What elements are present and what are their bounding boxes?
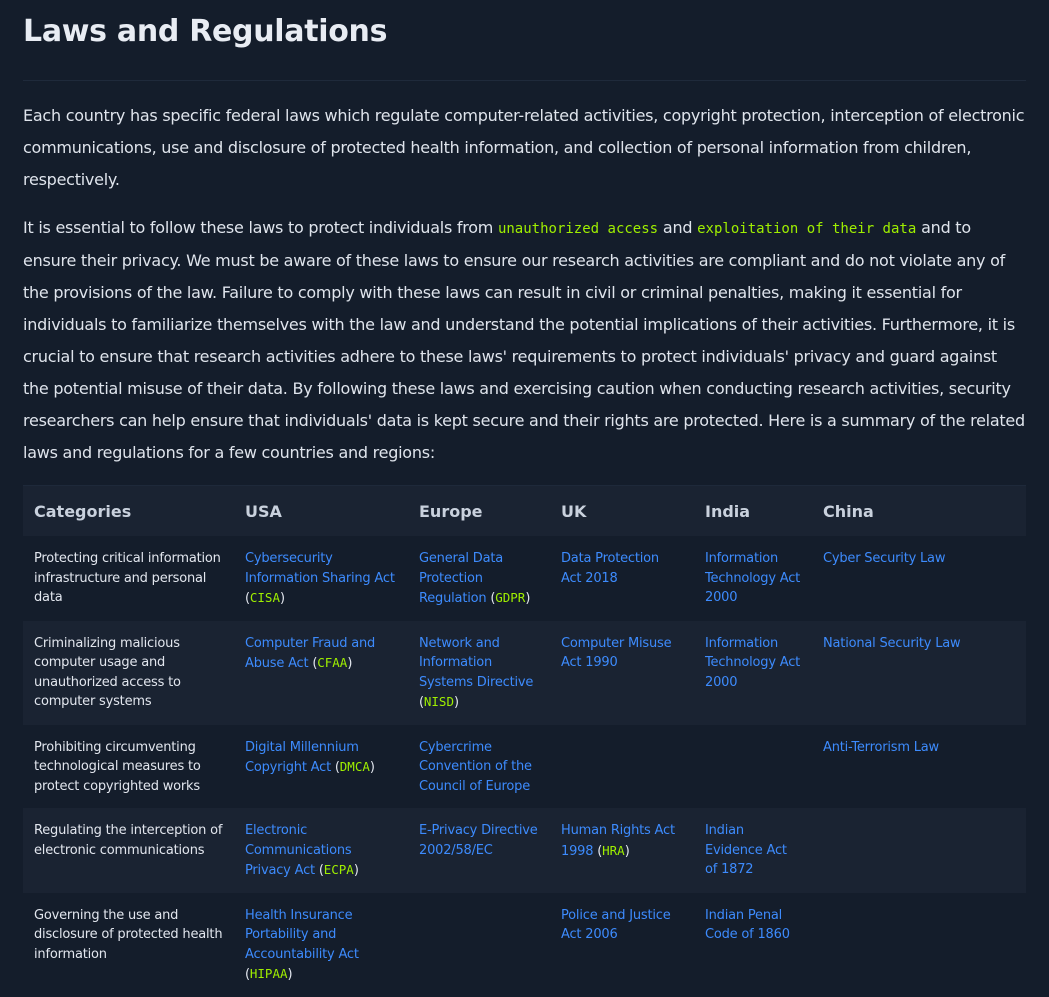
uk-cell: Data Protection Act 2018	[550, 536, 694, 621]
uk-cell: Computer Misuse Act 1990	[550, 620, 694, 725]
paren-open: (	[593, 843, 603, 859]
china-law-link[interactable]: National Security Law	[823, 636, 961, 651]
uk-cell: Police and Justice Act 2006	[550, 893, 694, 997]
law-abbreviation: DMCA	[339, 759, 370, 774]
summary-text-end: and to ensure their privacy. We must be …	[23, 218, 1025, 462]
law-abbreviation: CISA	[249, 590, 280, 605]
usa-law-link[interactable]: Health Insurance Portability and Account…	[245, 908, 359, 962]
usa-cell: Computer Fraud and Abuse Act (CFAA)	[234, 620, 408, 725]
uk-law-link[interactable]: Police and Justice Act 2006	[561, 908, 671, 943]
paren-close: )	[347, 656, 353, 671]
india-law-link[interactable]: Information Technology Act 2000	[705, 551, 800, 605]
india-law-link[interactable]: Indian Evidence Act of 1872	[705, 823, 787, 877]
europe-law-link[interactable]: Network and Information Systems Directiv…	[419, 636, 533, 690]
laws-table: Categories USA Europe UK India China Pro…	[23, 485, 1026, 997]
europe-cell: Network and Information Systems Directiv…	[408, 620, 550, 725]
category-cell: Protecting critical information infrastr…	[34, 551, 221, 605]
uk-law-link[interactable]: Data Protection Act 2018	[561, 551, 659, 586]
summary-paragraph: It is essential to follow these laws to …	[23, 212, 1026, 469]
paren-close: )	[369, 760, 375, 775]
table-row: Prohibiting circumventing technological …	[23, 725, 1026, 809]
europe-law-link[interactable]: E-Privacy Directive 2002/58/EC	[419, 823, 538, 858]
paren-close: )	[287, 967, 293, 982]
paren-open: (	[330, 760, 340, 775]
table-row: Governing the use and disclosure of prot…	[23, 893, 1026, 997]
category-cell: Prohibiting circumventing technological …	[34, 739, 201, 794]
header-usa: USA	[245, 501, 282, 521]
law-abbreviation: HIPAA	[249, 966, 288, 981]
usa-cell: Cybersecurity Information Sharing Act (C…	[234, 536, 408, 621]
law-abbreviation: GDPR	[495, 590, 526, 605]
paren-close: )	[279, 591, 285, 606]
law-abbreviation: ECPA	[323, 862, 354, 877]
usa-cell: Electronic Communications Privacy Act (E…	[234, 808, 408, 893]
category-cell: Criminalizing malicious computer usage a…	[23, 620, 234, 725]
china-cell: Cyber Security Law	[812, 536, 1026, 621]
header-uk: UK	[561, 501, 587, 521]
header-europe: Europe	[419, 501, 483, 521]
header-categories: Categories	[34, 501, 132, 521]
paren-open: (	[314, 863, 324, 878]
law-abbreviation: HRA	[602, 842, 625, 858]
law-abbreviation: NISD	[423, 694, 454, 709]
inline-code-exploitation: exploitation of their data	[697, 221, 917, 237]
india-cell: Information Technology Act 2000	[694, 536, 812, 621]
header-china: China	[823, 501, 874, 521]
paren-open: (	[308, 656, 318, 671]
europe-law-link[interactable]: Cybercrime Convention of the Council of …	[419, 740, 532, 794]
table-row: Protecting critical information infrastr…	[23, 536, 1026, 621]
europe-cell: E-Privacy Directive 2002/58/EC	[408, 808, 550, 893]
usa-cell: Digital Millennium Copyright Act (DMCA)	[234, 725, 408, 809]
china-cell	[812, 893, 1026, 997]
paren-close: )	[624, 843, 630, 859]
india-law-link[interactable]: Indian Penal Code of 1860	[705, 908, 790, 943]
intro-paragraph: Each country has specific federal laws w…	[23, 106, 1025, 189]
india-law-link[interactable]: Information Technology Act 2000	[705, 636, 800, 690]
law-abbreviation: CFAA	[317, 655, 348, 670]
header-india: India	[705, 501, 751, 521]
table-row: Criminalizing malicious computer usage a…	[23, 620, 1026, 725]
china-law-link[interactable]: Cyber Security Law	[823, 551, 945, 566]
uk-cell: Human Rights Act 1998 (HRA)	[550, 808, 694, 893]
uk-cell	[550, 725, 694, 809]
india-cell	[694, 725, 812, 809]
page-title: Laws and Regulations	[23, 14, 388, 49]
usa-cell: Health Insurance Portability and Account…	[234, 893, 408, 997]
europe-cell	[408, 893, 550, 997]
divider	[23, 80, 1026, 81]
usa-law-link[interactable]: Cybersecurity Information Sharing Act	[245, 551, 395, 586]
content: Laws and Regulations Each country has sp…	[23, 0, 1026, 997]
paren-close: )	[353, 863, 359, 878]
table-body: Protecting critical information infrastr…	[23, 536, 1026, 997]
paren-close: )	[453, 695, 459, 710]
uk-law-link[interactable]: Computer Misuse Act 1990	[561, 636, 672, 671]
category-cell: Regulating the interception of electroni…	[23, 808, 234, 893]
category-cell: Governing the use and disclosure of prot…	[34, 907, 223, 962]
inline-code-unauthorized-access: unauthorized access	[497, 221, 659, 237]
china-law-link[interactable]: Anti-Terrorism Law	[823, 740, 939, 755]
table-header-row: Categories USA Europe UK India China	[23, 485, 1026, 536]
table-row: Regulating the interception of electroni…	[23, 808, 1026, 893]
india-cell: Indian Evidence Act of 1872	[694, 808, 812, 893]
europe-cell: General Data Protection Regulation (GDPR…	[408, 536, 550, 621]
paren-open: (	[486, 591, 496, 606]
india-cell: Indian Penal Code of 1860	[694, 893, 812, 997]
europe-cell: Cybercrime Convention of the Council of …	[408, 725, 550, 809]
china-cell	[812, 808, 1026, 893]
paren-close: )	[525, 591, 531, 606]
china-cell: Anti-Terrorism Law	[812, 725, 1026, 809]
china-cell: National Security Law	[812, 620, 1026, 725]
summary-text-mid: and	[658, 218, 698, 237]
india-cell: Information Technology Act 2000	[694, 620, 812, 725]
summary-text-start: It is essential to follow these laws to …	[23, 218, 498, 237]
